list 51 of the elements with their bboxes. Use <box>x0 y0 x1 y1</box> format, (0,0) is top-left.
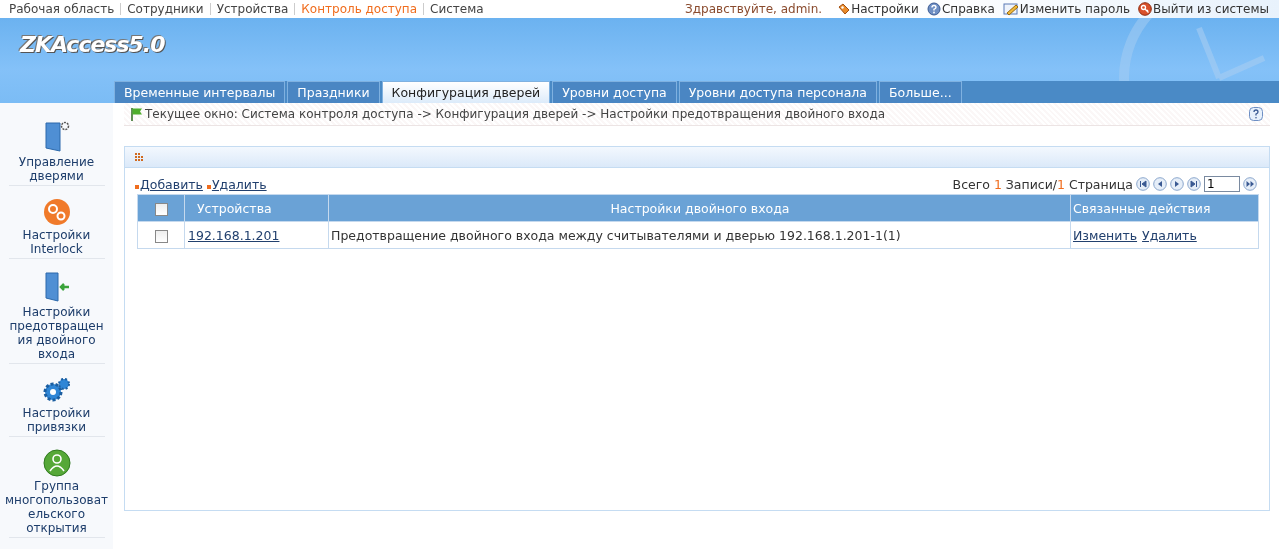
select-all-checkbox[interactable] <box>154 202 168 216</box>
gears-icon <box>42 198 71 226</box>
last-page-icon[interactable] <box>1187 177 1201 191</box>
pager-summary: Всего 1 Записи/1 Страница <box>952 176 1133 192</box>
next-page-icon[interactable] <box>1170 177 1184 191</box>
top-menu-item[interactable]: Система <box>424 2 490 16</box>
row-action-link[interactable]: Изменить <box>1073 227 1138 243</box>
top-menu-item[interactable]: Рабочая область <box>9 2 121 16</box>
user-link[interactable]: Выйти из системы <box>1138 2 1269 16</box>
sidebar-item[interactable]: Настройки привязки <box>22 406 91 434</box>
logo: ZKAccess5.0 <box>20 32 165 57</box>
action-link[interactable]: Добавить <box>140 177 203 192</box>
tab[interactable]: Конфигурация дверей <box>381 81 551 103</box>
go-page-icon[interactable] <box>1243 177 1257 191</box>
gears-icon <box>41 376 72 404</box>
door-gear-icon <box>42 121 71 153</box>
flag-icon <box>130 107 144 121</box>
user-link[interactable]: Изменить пароль <box>1002 2 1130 16</box>
door-arrow-icon <box>42 271 71 303</box>
tab[interactable]: Уровни доступа персонала <box>678 81 877 103</box>
tag-icon <box>838 3 851 15</box>
user-circle-icon <box>42 449 71 477</box>
first-page-icon[interactable] <box>1136 177 1150 191</box>
table-cell: Предотвращение двойного входа между считывателями и дверью 192.168.1.201-1(1) <box>328 221 1071 249</box>
user-link[interactable]: Справка <box>926 2 995 16</box>
help-icon[interactable] <box>1249 107 1263 121</box>
previous-page-icon[interactable] <box>1153 177 1167 191</box>
breadcrumb: Текущее окно: Система контроля доступа -> Конфигурация дверей -> Настройки предотвращения двойного входа <box>145 107 886 121</box>
tab[interactable]: Праздники <box>287 81 380 103</box>
column-header: Настройки двойного входа <box>328 194 1071 222</box>
pencil-form-icon <box>1002 2 1019 16</box>
row-checkbox[interactable] <box>154 229 168 243</box>
sidebar-item[interactable]: Управление дверями <box>18 155 95 183</box>
help-icon <box>926 2 941 16</box>
greeting: Здравствуйте, admin. <box>685 2 823 16</box>
page-input[interactable]: 1 <box>1204 176 1240 192</box>
sidebar-item[interactable]: Настройки Interlock <box>22 228 91 256</box>
tab[interactable]: Уровни доступа <box>552 81 677 103</box>
sidebar-item[interactable]: Настройки предотвращен ия двойного входа <box>9 305 104 361</box>
sidebar-item[interactable]: Группа многопользоват ельского открытия <box>5 479 108 535</box>
column-header: Связанные действия <box>1070 194 1259 222</box>
action-link[interactable]: Удалить <box>211 177 267 192</box>
user-link[interactable]: Настройки <box>838 2 919 16</box>
row-action-link[interactable]: Удалить <box>1142 227 1197 243</box>
key-icon <box>1138 2 1152 16</box>
tab[interactable]: Временные интервалы <box>114 81 286 103</box>
grid-icon <box>135 153 143 161</box>
column-header: Устройства <box>184 194 329 222</box>
top-menu-item[interactable]: Сотрудники <box>121 2 210 16</box>
top-menu-item[interactable]: Устройства <box>210 2 295 16</box>
tab[interactable]: Больше... <box>879 81 962 103</box>
